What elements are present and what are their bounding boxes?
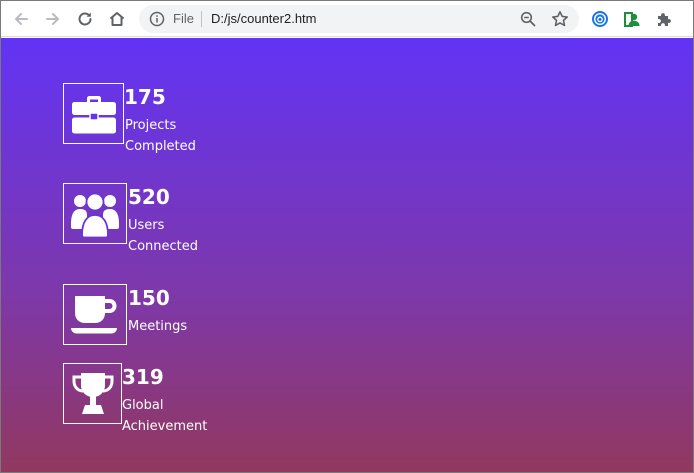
zoom-icon[interactable] <box>519 10 537 28</box>
url-text[interactable]: D:/js/counter2.htm <box>211 11 317 27</box>
counter-label-line2: Achievement <box>122 419 208 434</box>
extension-a-button[interactable] <box>588 7 612 31</box>
briefcase-icon <box>71 95 116 133</box>
omnibox-divider <box>201 11 202 27</box>
extension-profile-icon <box>624 12 640 27</box>
browser-window: File D:/js/counter2.htm 175 Projects Com… <box>0 0 694 473</box>
counter-label: Users Connected <box>128 215 198 257</box>
counter-label: Projects Completed <box>125 115 196 157</box>
forward-button[interactable] <box>41 7 65 31</box>
counter-value: 520 <box>128 185 170 209</box>
puzzle-piece-icon <box>658 13 671 26</box>
counter-value: 150 <box>128 286 170 310</box>
counter-label: Global Achievement <box>122 395 207 437</box>
reload-button[interactable] <box>73 7 97 31</box>
counter-icon-box <box>63 83 124 144</box>
counter-label: Meetings <box>128 316 187 337</box>
browser-toolbar: File D:/js/counter2.htm <box>1 1 693 37</box>
back-button[interactable] <box>9 7 33 31</box>
extension-a-icon <box>592 11 608 27</box>
users-icon <box>71 192 119 238</box>
extension-profile-button[interactable] <box>620 7 644 31</box>
counter-value: 175 <box>124 85 166 109</box>
address-bar[interactable]: File D:/js/counter2.htm <box>139 5 579 33</box>
coffee-cup-icon <box>71 295 117 333</box>
forward-arrow-icon <box>46 13 59 25</box>
counter-label-line1: Meetings <box>128 319 188 334</box>
counter-icon-box <box>63 183 127 244</box>
bookmark-star-icon[interactable] <box>550 9 570 29</box>
scheme-label: File <box>173 11 194 26</box>
counter-label-line1: Global <box>122 398 164 413</box>
counter-label-line2: Completed <box>125 139 196 154</box>
back-arrow-icon <box>15 13 28 25</box>
counter-label-line2: Connected <box>128 239 199 254</box>
counter-icon-box <box>63 284 127 345</box>
counter-value: 319 <box>122 365 164 389</box>
page-content: 175 Projects Completed 520 Users Connect… <box>1 38 693 472</box>
reload-icon <box>78 12 92 26</box>
home-button[interactable] <box>105 7 129 31</box>
trophy-icon <box>72 372 113 414</box>
home-icon <box>109 12 125 26</box>
counter-icon-box <box>63 363 122 424</box>
info-icon[interactable] <box>149 11 165 27</box>
counter-label-line1: Projects <box>125 118 177 133</box>
counter-label-line1: Users <box>128 218 165 233</box>
extensions-button[interactable] <box>652 7 676 31</box>
